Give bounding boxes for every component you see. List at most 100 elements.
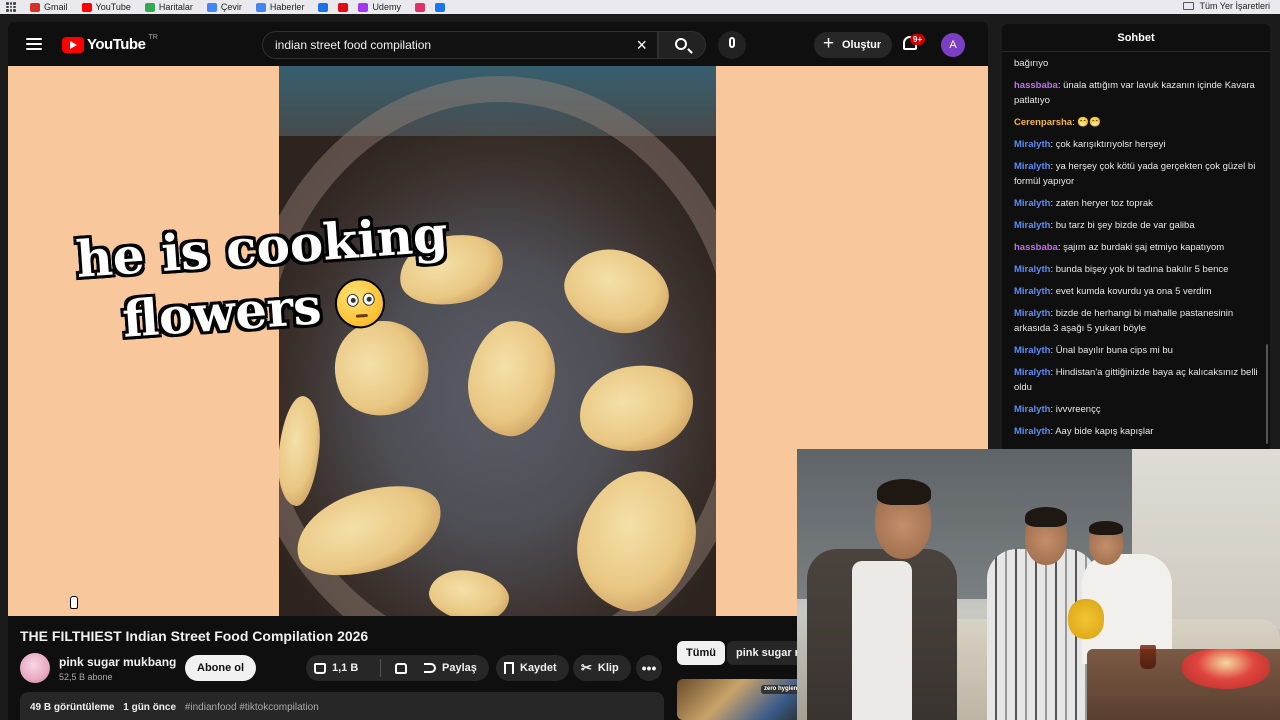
- voice-search-button[interactable]: [718, 31, 746, 59]
- flushed-face-emoji-icon: [333, 276, 387, 330]
- view-count: 49 B görüntüleme: [30, 702, 115, 713]
- chat-message: Miralyth: Ünal bayılır buna cips mi bu: [1014, 345, 1173, 356]
- bookmark-item[interactable]: [414, 2, 425, 12]
- thumbs-down-icon[interactable]: [395, 662, 407, 674]
- create-label: Oluştur: [842, 39, 882, 51]
- udemy-icon: [358, 2, 369, 12]
- chat-message: Miralyth: ivvvreençç: [1014, 404, 1101, 415]
- chat-message: hassbaba: şajım az burdaki şaj etmiyo ka…: [1014, 242, 1225, 253]
- chat-message: Miralyth: bizde de herhangi bi mahalle p…: [1014, 308, 1234, 334]
- chat-username[interactable]: Miralyth: [1014, 161, 1050, 172]
- chat-text: 😁😁: [1077, 117, 1102, 128]
- channel-avatar[interactable]: [20, 653, 50, 683]
- chat-username[interactable]: Miralyth: [1014, 198, 1050, 209]
- thumbs-up-icon: [314, 662, 326, 674]
- clip-label: Klip: [597, 662, 619, 674]
- chat-text: Ünal bayılır buna cips mi bu: [1055, 345, 1173, 356]
- channel-name[interactable]: pink sugar mukbang: [59, 655, 176, 669]
- yt-header: YouTube TR indian street food compilatio…: [8, 22, 988, 66]
- translate-icon: [206, 2, 217, 12]
- chat-message: Miralyth: Hindistan'a gittiğinizde baya …: [1014, 367, 1258, 393]
- chat-username[interactable]: Miralyth: [1014, 404, 1050, 415]
- chat-text: bunda bişey yok bi tadına bakılır 5 benc…: [1055, 264, 1229, 275]
- all-bookmarks-label: Tüm Yer İşaretleri: [1199, 1, 1270, 11]
- chip-all[interactable]: Tümü: [677, 641, 725, 665]
- maps-icon: [144, 2, 155, 12]
- food-bowl: [1182, 649, 1270, 689]
- chat-text: zaten heryer toz toprak: [1055, 198, 1153, 209]
- bookmark-item[interactable]: Haberler: [255, 2, 305, 12]
- subscribe-button[interactable]: Abone ol: [185, 655, 257, 681]
- live-chat-panel: Sohbet bağırıyo hassbaba: ünala attığım v…: [1002, 24, 1270, 456]
- chat-username[interactable]: Miralyth: [1014, 220, 1050, 231]
- clear-search-icon[interactable]: ×: [636, 35, 647, 56]
- bookmark-label: YouTube: [95, 2, 131, 12]
- chat-text: bağırıyo: [1014, 58, 1049, 69]
- tea-glass: [1140, 645, 1156, 669]
- share-label: Paylaş: [442, 662, 477, 674]
- gmail-icon: [30, 2, 40, 12]
- chrome-icon: [318, 2, 329, 12]
- bookmark-label: Çevir: [220, 2, 242, 12]
- chat-username[interactable]: hassbaba: [1014, 80, 1058, 91]
- share-icon: [424, 663, 436, 673]
- save-button[interactable]: Kaydet: [496, 655, 569, 681]
- more-actions-button[interactable]: •••: [636, 655, 662, 681]
- chat-message: Cerenparsha: 😁😁: [1014, 117, 1102, 128]
- chat-message: Miralyth: bunda bişey yok bi tadına bakı…: [1014, 264, 1229, 275]
- share-button[interactable]: Paylaş: [416, 655, 489, 681]
- clip-button[interactable]: ✂ Klip: [573, 655, 631, 681]
- bookmark-item[interactable]: [434, 2, 445, 12]
- save-label: Kaydet: [520, 662, 557, 674]
- bookmark-item[interactable]: Haritalar: [144, 2, 193, 12]
- apps-grid-icon[interactable]: [6, 2, 16, 12]
- chat-username[interactable]: Miralyth: [1014, 139, 1050, 150]
- bookmark-item[interactable]: [338, 2, 349, 12]
- scissors-icon: ✂: [581, 660, 592, 675]
- video-title: THE FILTHIEST Indian Street Food Compila…: [20, 628, 369, 644]
- chat-message: Miralyth: çok karışıktırıyolsr herşeyi: [1014, 139, 1166, 150]
- description-box[interactable]: 49 B görüntüleme 1 gün önce #indianfood …: [20, 692, 664, 720]
- news-icon: [255, 2, 266, 12]
- create-button[interactable]: Oluştur: [814, 32, 893, 58]
- chat-username[interactable]: Miralyth: [1014, 345, 1050, 356]
- account-avatar[interactable]: A: [941, 33, 965, 57]
- chat-text: Aay bide kapış kapışlar: [1055, 426, 1154, 437]
- chat-username[interactable]: Miralyth: [1014, 264, 1050, 275]
- bookmark-item[interactable]: YouTube: [81, 2, 131, 12]
- chat-username[interactable]: hassbaba: [1014, 242, 1058, 253]
- bookmark-item[interactable]: [318, 2, 329, 12]
- chat-username[interactable]: Miralyth: [1014, 286, 1050, 297]
- bookmark-label: Haberler: [269, 2, 305, 12]
- chat-text: şajım az burdaki şaj etmiyo kapatıyom: [1063, 242, 1225, 253]
- video-frame: [279, 66, 716, 616]
- chat-username[interactable]: Miralyth: [1014, 426, 1050, 437]
- bookmark-item[interactable]: Çevir: [206, 2, 242, 12]
- bookmark-item[interactable]: Gmail: [30, 2, 68, 12]
- mic-icon: [729, 37, 735, 48]
- menu-icon[interactable]: [26, 38, 42, 50]
- youtube-icon: [81, 2, 92, 12]
- recommended-video-thumbnail[interactable]: zero hygiene: [677, 679, 805, 720]
- search-button[interactable]: [658, 31, 706, 59]
- notification-badge: 9+: [910, 34, 926, 45]
- chat-title: Sohbet: [1002, 24, 1270, 52]
- search-input[interactable]: indian street food compilation ×: [262, 31, 658, 59]
- subscriber-count: 52,5 B abone: [59, 672, 113, 682]
- bookmark-label: Haritalar: [158, 2, 193, 12]
- like-button[interactable]: 1,1 B: [306, 662, 376, 674]
- bookmark-item[interactable]: Udemy: [358, 2, 401, 12]
- chat-username[interactable]: Miralyth: [1014, 367, 1050, 378]
- bookmarks-bar: Gmail YouTube Haritalar Çevir Haberler Udemy …: [0, 0, 1280, 14]
- hashtags[interactable]: #indianfood #tiktokcompilation: [185, 702, 319, 713]
- chat-messages: bağırıyo hassbaba: ünala attığım var lavu…: [1002, 52, 1270, 439]
- search-value: indian street food compilation: [275, 38, 432, 52]
- chat-text: ivvvreençç: [1055, 404, 1101, 415]
- chat-message: Miralyth: evet kumda kovurdu ya ona 5 ve…: [1014, 286, 1212, 297]
- chat-scrollbar[interactable]: [1266, 344, 1268, 444]
- all-bookmarks[interactable]: Tüm Yer İşaretleri: [1183, 1, 1270, 11]
- search-icon: [675, 38, 687, 50]
- chat-username[interactable]: Miralyth: [1014, 308, 1050, 319]
- chat-username[interactable]: Cerenparsha: [1014, 117, 1072, 128]
- youtube-logo[interactable]: YouTube TR: [62, 34, 158, 53]
